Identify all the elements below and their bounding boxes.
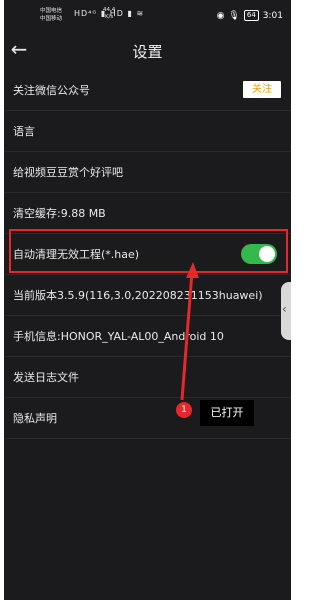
chevron-left-icon: ‹ bbox=[282, 302, 287, 316]
phone-screen: 中国电信 中国移动 HD⁴ᴳ ▮ HD ▮ ≋ 44.4 K/s ◉ 🎙︎ 64… bbox=[4, 0, 291, 600]
edge-drawer-handle[interactable]: ‹ bbox=[281, 282, 291, 340]
tooltip: 已打开 bbox=[200, 400, 254, 426]
annotation-arrow-icon bbox=[180, 262, 199, 401]
step-badge: 1 bbox=[176, 402, 192, 418]
